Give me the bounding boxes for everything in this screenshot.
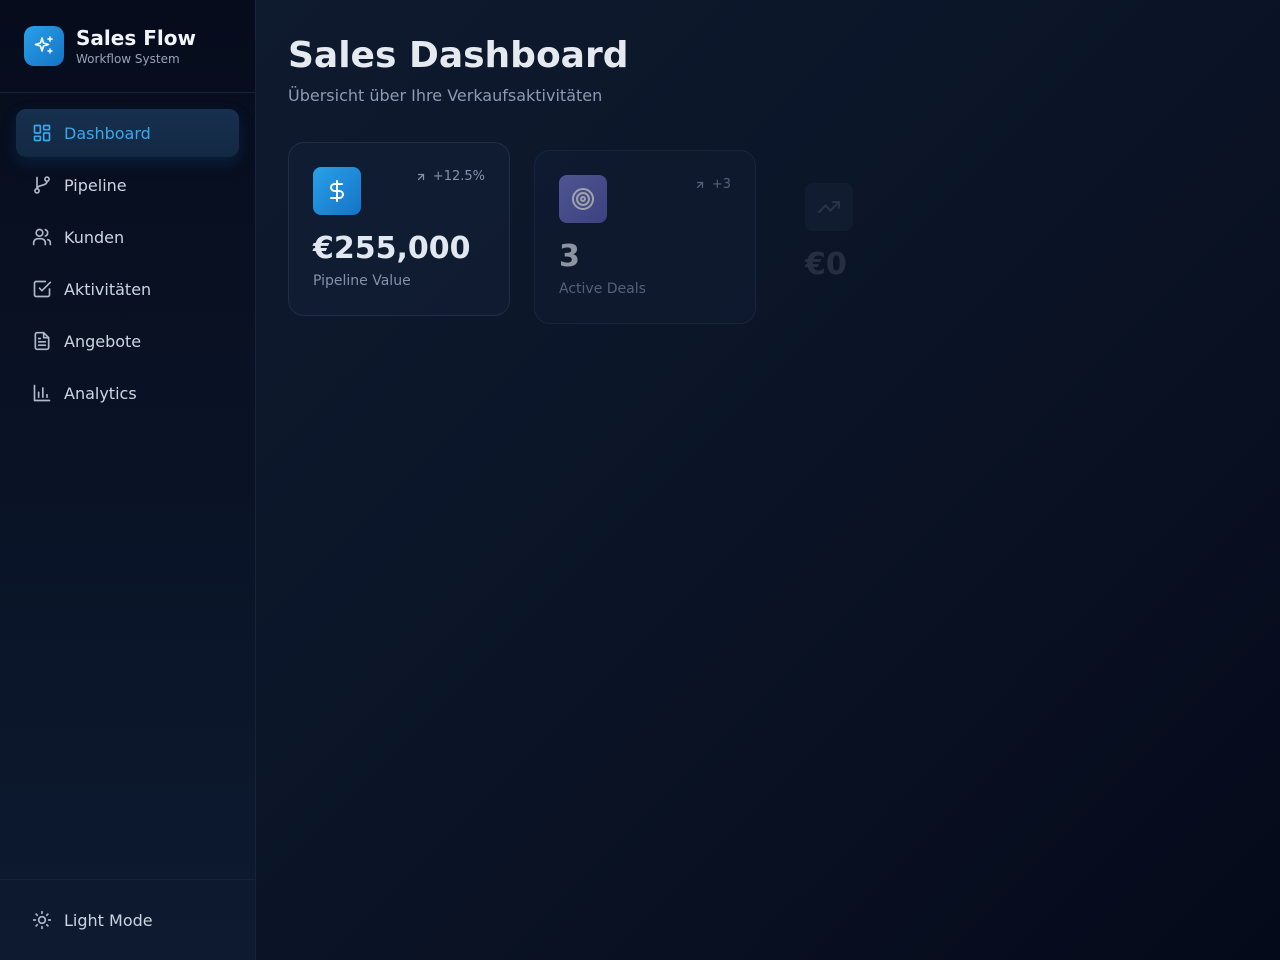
- trending-up-icon: [805, 183, 853, 231]
- stats-cards: +12.5% €255,000 Pipeline Value +3 3 Acti…: [288, 142, 1248, 342]
- trend-indicator: +3: [694, 177, 731, 192]
- sidebar-item-kunden[interactable]: Kunden: [16, 213, 239, 261]
- app-root: Sales Flow Workflow System Dashboard Pip…: [0, 0, 1280, 960]
- sparkles-icon: [24, 26, 64, 66]
- sidebar-item-label: Analytics: [64, 383, 137, 403]
- sidebar-nav: Dashboard Pipeline Kunden Aktivitäten An…: [0, 93, 255, 437]
- stat-value: 3: [559, 239, 580, 274]
- stat-card-active-deals[interactable]: +3 3 Active Deals: [534, 150, 756, 324]
- file-text-icon: [32, 331, 52, 351]
- brand: Sales Flow Workflow System: [0, 0, 255, 93]
- stat-value: €0: [805, 247, 847, 282]
- stat-card-pipeline-value[interactable]: +12.5% €255,000 Pipeline Value: [288, 142, 510, 316]
- sidebar-item-aktivitaeten[interactable]: Aktivitäten: [16, 265, 239, 313]
- sidebar-item-label: Dashboard: [64, 123, 151, 143]
- page-subtitle: Übersicht über Ihre Verkaufsaktivitäten: [288, 86, 603, 105]
- trend-value: +3: [711, 177, 731, 192]
- light-mode-toggle[interactable]: Light Mode: [16, 896, 239, 944]
- sidebar-footer: Light Mode: [0, 879, 255, 960]
- layout-grid-icon: [32, 123, 52, 143]
- arrow-up-right-icon: [694, 179, 706, 191]
- sidebar-item-label: Kunden: [64, 227, 125, 247]
- light-mode-label: Light Mode: [64, 910, 153, 930]
- git-branch-icon: [32, 175, 52, 195]
- check-square-icon: [32, 279, 52, 299]
- sidebar-item-analytics[interactable]: Analytics: [16, 369, 239, 417]
- arrow-up-right-icon: [415, 171, 427, 183]
- trend-value: +12.5%: [432, 169, 485, 184]
- page-title: Sales Dashboard: [288, 35, 629, 76]
- bar-chart-icon: [32, 383, 52, 403]
- sidebar-item-pipeline[interactable]: Pipeline: [16, 161, 239, 209]
- stat-label: Active Deals: [559, 281, 646, 297]
- sidebar-item-dashboard[interactable]: Dashboard: [16, 109, 239, 157]
- dollar-icon: [313, 167, 361, 215]
- target-icon: [559, 175, 607, 223]
- stat-value: €255,000: [313, 231, 471, 266]
- sidebar-item-angebote[interactable]: Angebote: [16, 317, 239, 365]
- sidebar-item-label: Pipeline: [64, 175, 127, 195]
- trend-indicator: +12.5%: [415, 169, 485, 184]
- brand-subtitle: Workflow System: [76, 51, 180, 66]
- sun-icon: [32, 910, 52, 930]
- stat-card-revenue[interactable]: €0: [780, 158, 1002, 332]
- main-content: Sales Dashboard Übersicht über Ihre Verk…: [256, 0, 1280, 960]
- brand-text: Sales Flow Workflow System: [76, 26, 196, 67]
- stat-label: Pipeline Value: [313, 273, 411, 289]
- sidebar-item-label: Angebote: [64, 331, 142, 351]
- brand-title: Sales Flow: [76, 25, 196, 50]
- sidebar-item-label: Aktivitäten: [64, 279, 152, 299]
- sidebar: Sales Flow Workflow System Dashboard Pip…: [0, 0, 256, 960]
- users-icon: [32, 227, 52, 247]
